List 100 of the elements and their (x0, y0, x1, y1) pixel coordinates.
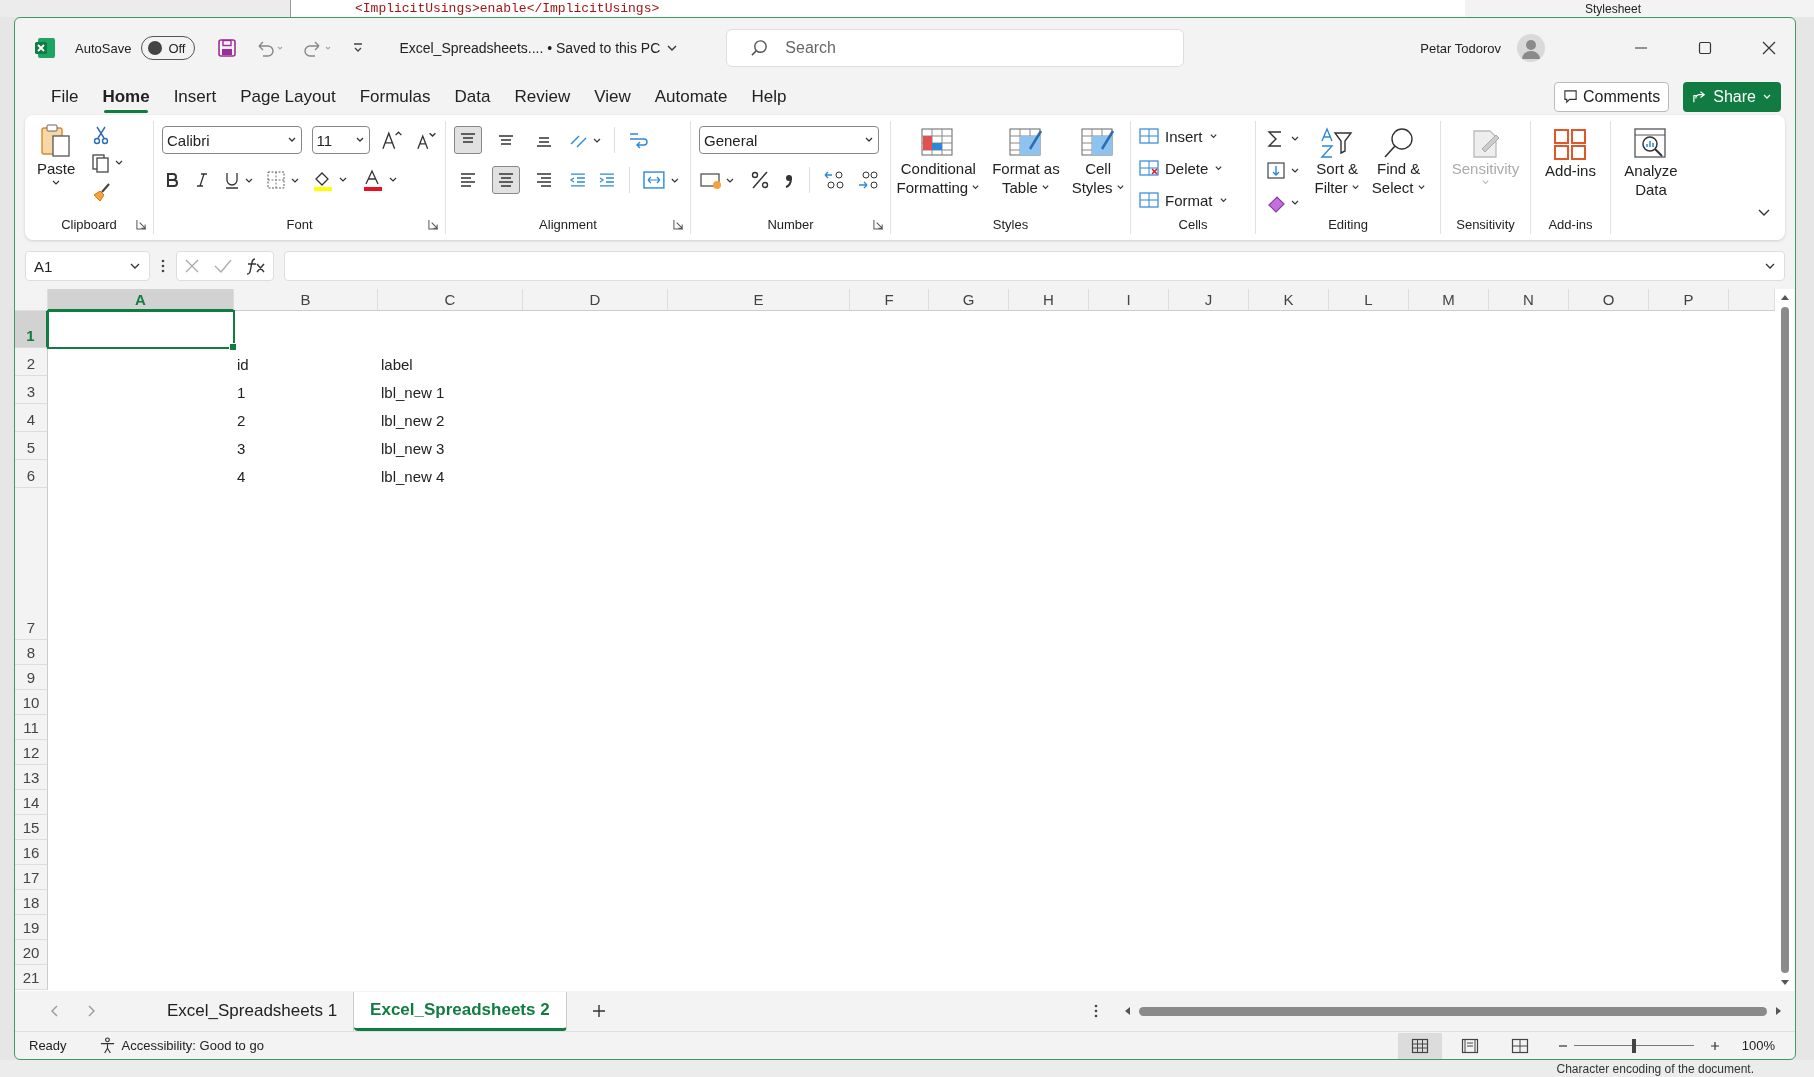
increase-decimal-icon[interactable] (822, 169, 846, 191)
row-header[interactable]: 21 (15, 965, 48, 990)
styles-button[interactable]: Cell Styles (1067, 125, 1129, 199)
row-header[interactable]: 12 (15, 740, 48, 765)
scroll-thumb[interactable] (1781, 307, 1789, 973)
ribbon-tab[interactable]: View (584, 80, 641, 113)
column-header[interactable]: K (1249, 289, 1329, 311)
add-sheet-icon[interactable] (590, 1003, 607, 1019)
ribbon-tab[interactable]: Formulas (349, 80, 441, 113)
column-header[interactable]: E (668, 289, 850, 311)
column-header[interactable]: M (1409, 289, 1489, 311)
accessibility-status[interactable]: Accessibility: Good to go (121, 1038, 264, 1053)
column-header[interactable]: O (1569, 289, 1649, 311)
number-format-dropdown[interactable]: General (699, 126, 879, 154)
user-name[interactable]: Petar Todorov (1420, 40, 1501, 56)
row-header[interactable]: 10 (15, 690, 48, 715)
column-header[interactable]: B (234, 289, 378, 311)
row-header[interactable]: 18 (15, 890, 48, 915)
sheet-tab[interactable]: Excel_Spreadsheets 2 (354, 991, 567, 1031)
formula-input[interactable] (284, 251, 1785, 281)
maximize-icon[interactable] (1697, 40, 1713, 56)
cells-button[interactable]: Delete (1139, 155, 1247, 181)
view-button[interactable] (1397, 1032, 1442, 1059)
dialog-launcher-icon[interactable] (136, 219, 147, 230)
insert-function-icon[interactable] (245, 256, 267, 276)
scroll-down-icon[interactable] (1780, 977, 1790, 987)
row-header[interactable]: 3 (15, 376, 48, 404)
decrease-decimal-icon[interactable] (856, 169, 880, 191)
add-ins-button[interactable]: Add-ins (1541, 125, 1600, 182)
accessibility-icon[interactable] (98, 1037, 116, 1054)
row-header[interactable]: 16 (15, 840, 48, 865)
scroll-right-icon[interactable] (1773, 1006, 1783, 1016)
row-header[interactable]: 4 (15, 404, 48, 432)
column-header[interactable]: J (1169, 289, 1249, 311)
scroll-thumb[interactable] (1139, 1006, 1767, 1016)
zoom-level[interactable]: 100% (1741, 1038, 1775, 1053)
group-label: Sensitivity (1456, 216, 1515, 232)
analyze-data-button[interactable]: Analyze Data (1620, 125, 1682, 201)
row-header[interactable]: 11 (15, 715, 48, 740)
row-header[interactable]: 15 (15, 815, 48, 840)
ribbon-tab[interactable]: File (41, 80, 89, 113)
ribbon-tab[interactable]: Home (92, 80, 160, 113)
font-name-dropdown[interactable]: Calibri (162, 126, 302, 154)
caret-icon (1481, 178, 1490, 187)
ribbon-tab[interactable]: Data (444, 80, 501, 113)
column-header[interactable]: G (929, 289, 1009, 311)
horizontal-align-button[interactable] (491, 166, 520, 194)
paste-button[interactable]: Paste (33, 121, 80, 190)
column-header[interactable]: H (1009, 289, 1089, 311)
row-header[interactable]: 7 (15, 488, 48, 640)
zoom-in-icon[interactable] (1709, 1040, 1720, 1051)
row-header[interactable]: 6 (15, 460, 48, 488)
avatar-icon[interactable] (1517, 34, 1545, 62)
percent-icon[interactable] (749, 169, 771, 191)
column-header[interactable]: I (1089, 289, 1169, 311)
selected-cell[interactable] (47, 310, 235, 349)
save-icon[interactable] (217, 38, 238, 58)
comments-button[interactable]: Comments (1553, 81, 1670, 112)
row-header[interactable]: 17 (15, 865, 48, 890)
cells-button[interactable]: Insert (1139, 123, 1247, 149)
ribbon-tab[interactable]: Help (741, 80, 797, 113)
close-icon[interactable] (1761, 40, 1777, 56)
editing-button[interactable]: Sort & Filter (1310, 125, 1364, 199)
ribbon-tab[interactable]: Page Layout (230, 80, 346, 113)
column-header[interactable]: C (378, 289, 523, 311)
row-header[interactable]: 20 (15, 940, 48, 965)
font-size-dropdown[interactable]: 11 (311, 126, 371, 154)
cell-text: lbl_new 1 (381, 384, 445, 401)
more-options-icon[interactable] (160, 258, 166, 274)
dialog-launcher-icon[interactable] (428, 219, 439, 230)
ribbon-tab[interactable]: Review (504, 80, 581, 113)
column-header[interactable]: L (1329, 289, 1409, 311)
increase-font-icon[interactable] (380, 129, 404, 151)
row-header[interactable]: 13 (15, 765, 48, 790)
column-header[interactable]: N (1489, 289, 1569, 311)
search-field[interactable]: Search (726, 29, 1185, 67)
dialog-launcher-icon[interactable] (673, 219, 684, 230)
row-header[interactable]: 14 (15, 790, 48, 815)
cells-button[interactable]: Format (1139, 187, 1247, 213)
column-header[interactable]: P (1649, 289, 1729, 311)
share-button[interactable]: Share (1683, 81, 1781, 112)
more-options-icon[interactable] (1093, 1003, 1099, 1019)
name-box[interactable]: A1 (25, 251, 150, 281)
styles-button[interactable]: Conditional Formatting (892, 125, 985, 199)
dialog-launcher-icon[interactable] (873, 219, 884, 230)
column-header[interactable]: F (850, 289, 929, 311)
row-header[interactable]: 8 (15, 640, 48, 665)
row-header[interactable]: 5 (15, 432, 48, 460)
ribbon-tab[interactable]: Automate (644, 80, 738, 113)
ribbon-tab[interactable]: Insert (163, 80, 227, 113)
row-header[interactable]: 2 (15, 348, 48, 376)
column-header[interactable]: D (523, 289, 668, 311)
scroll-left-icon[interactable] (1123, 1006, 1133, 1016)
vertical-align-button[interactable] (454, 126, 482, 154)
row-header[interactable]: 9 (15, 665, 48, 690)
styles-button[interactable]: Format as Table (988, 125, 1064, 199)
scroll-up-icon[interactable] (1780, 293, 1790, 303)
file-name-menu[interactable]: Excel_Spreadsheets.... • Saved to this PC (399, 40, 679, 56)
editing-button[interactable]: Find & Select (1367, 125, 1430, 199)
row-header[interactable]: 19 (15, 915, 48, 940)
